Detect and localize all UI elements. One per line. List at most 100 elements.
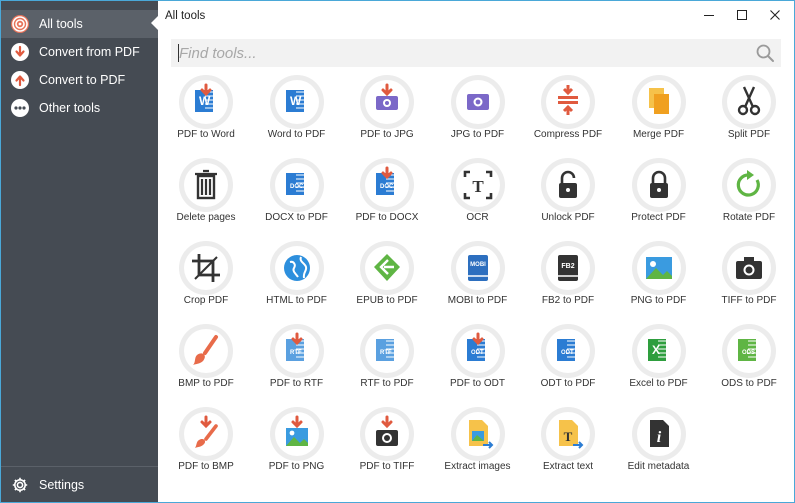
- tool-icon-circle: [541, 75, 595, 129]
- excel-to-pdf-icon: X: [636, 329, 681, 373]
- crop-icon: [184, 246, 228, 290]
- svg-text:W: W: [199, 94, 211, 108]
- tool-edit-metadata[interactable]: i Edit metadata: [614, 405, 704, 487]
- tool-label: PDF to RTF: [269, 378, 324, 389]
- tool-label: Unlock PDF: [541, 212, 595, 223]
- tool-excel-to-pdf[interactable]: X Excel to PDF: [614, 322, 704, 404]
- mobi-icon: MOBI: [455, 246, 500, 290]
- tool-icon-circle: DOCX: [269, 158, 324, 212]
- tool-rotate-pdf[interactable]: Rotate PDF: [704, 156, 794, 238]
- tool-label: TIFF to PDF: [721, 295, 777, 306]
- tool-merge-pdf[interactable]: Merge PDF: [614, 73, 704, 155]
- tool-label: FB2 to PDF: [541, 295, 595, 306]
- tool-ods-to-pdf[interactable]: ODS ODS to PDF: [704, 322, 794, 404]
- trash-icon: [184, 163, 228, 207]
- tool-icon-circle: [360, 241, 414, 295]
- tool-pdf-to-tiff[interactable]: PDF to TIFF: [342, 405, 432, 487]
- svg-text:DOCX: DOCX: [290, 184, 307, 190]
- tool-crop-pdf[interactable]: Crop PDF: [161, 239, 251, 321]
- tool-pdf-to-png[interactable]: PDF to PNG: [252, 405, 342, 487]
- svg-text:DOCX: DOCX: [380, 184, 397, 190]
- tool-jpg-to-pdf[interactable]: JPG to PDF: [433, 73, 523, 155]
- tool-extract-text[interactable]: T Extract text: [523, 405, 613, 487]
- tool-split-pdf[interactable]: Split PDF: [704, 73, 794, 155]
- tool-label: HTML to PDF: [266, 295, 327, 306]
- tool-icon-circle: [179, 158, 233, 212]
- camera-icon: [727, 246, 771, 290]
- pdf-to-odt-icon: ODT: [455, 329, 500, 373]
- tool-label: BMP to PDF: [178, 378, 234, 389]
- maximize-button[interactable]: [727, 5, 757, 25]
- minimize-icon: [704, 15, 714, 16]
- search-input[interactable]: [171, 39, 751, 67]
- tool-protect-pdf[interactable]: Protect PDF: [614, 156, 704, 238]
- tool-pdf-to-rtf[interactable]: RTF PDF to RTF: [252, 322, 342, 404]
- tool-rtf-to-pdf[interactable]: RTF RTF to PDF: [342, 322, 432, 404]
- tool-extract-images[interactable]: Extract images: [433, 405, 523, 487]
- tool-html-to-pdf[interactable]: HTML to PDF: [252, 239, 342, 321]
- tool-delete-pages[interactable]: Delete pages: [161, 156, 251, 238]
- tool-word-to-pdf[interactable]: W Word to PDF: [252, 73, 342, 155]
- tool-bmp-to-pdf[interactable]: BMP to PDF: [161, 322, 251, 404]
- scissors-icon: [727, 80, 771, 124]
- tool-compress-pdf[interactable]: Compress PDF: [523, 73, 613, 155]
- tool-label: ODS to PDF: [721, 378, 777, 389]
- pdf-to-word-icon: W: [184, 80, 228, 124]
- rtf-to-pdf-icon: RTF: [365, 329, 409, 373]
- tool-label: PNG to PDF: [630, 295, 687, 306]
- tool-icon-circle: [541, 158, 595, 212]
- arrow-up-icon: [11, 71, 29, 89]
- tool-icon-circle: ODT: [541, 324, 595, 378]
- tool-label: RTF to PDF: [360, 378, 414, 389]
- tool-pdf-to-jpg[interactable]: PDF to JPG: [342, 73, 432, 155]
- tool-icon-circle: [722, 241, 776, 295]
- tool-label: JPG to PDF: [450, 129, 505, 140]
- odt-to-pdf-icon: ODT: [546, 329, 590, 373]
- search-icon[interactable]: [755, 43, 775, 68]
- tool-icon-circle: [269, 241, 324, 295]
- tool-label: Protect PDF: [631, 212, 686, 223]
- pdf-to-docx-icon: DOCX: [365, 163, 409, 207]
- tool-icon-circle: T: [541, 407, 595, 461]
- sidebar-item-other-tools[interactable]: Other tools: [1, 94, 158, 122]
- tool-docx-to-pdf[interactable]: DOCX DOCX to PDF: [252, 156, 342, 238]
- svg-text:X: X: [652, 343, 660, 357]
- minimize-button[interactable]: [694, 5, 724, 25]
- tool-epub-to-pdf[interactable]: EPUB to PDF: [342, 239, 432, 321]
- tool-pdf-to-docx[interactable]: DOCX PDF to DOCX: [342, 156, 432, 238]
- tool-pdf-to-bmp[interactable]: PDF to BMP: [161, 405, 251, 487]
- tool-icon-circle: [179, 241, 233, 295]
- tool-fb2-to-pdf[interactable]: FB2 FB2 to PDF: [523, 239, 613, 321]
- tool-mobi-to-pdf[interactable]: MOBI MOBI to PDF: [433, 239, 523, 321]
- tool-tiff-to-pdf[interactable]: TIFF to PDF: [704, 239, 794, 321]
- svg-text:FB2: FB2: [561, 263, 574, 270]
- tool-pdf-to-word[interactable]: W PDF to Word: [161, 73, 251, 155]
- sidebar-item-convert-to-pdf[interactable]: Convert to PDF: [1, 66, 158, 94]
- tool-label: Edit metadata: [627, 461, 690, 472]
- tool-label: OCR: [466, 212, 489, 223]
- svg-text:RTF: RTF: [380, 350, 392, 356]
- epub-icon: [365, 246, 409, 290]
- tool-label: Crop PDF: [183, 295, 229, 306]
- tool-odt-to-pdf[interactable]: ODT ODT to PDF: [523, 322, 613, 404]
- settings-button[interactable]: Settings: [1, 466, 158, 502]
- pdf-to-tiff-icon: [365, 412, 409, 456]
- tool-pdf-to-odt[interactable]: ODT PDF to ODT: [433, 322, 523, 404]
- svg-text:ODT: ODT: [471, 350, 484, 356]
- svg-text:ODS: ODS: [742, 350, 755, 356]
- close-button[interactable]: [760, 5, 790, 25]
- extract-images-icon: [455, 412, 500, 456]
- svg-text:T: T: [472, 177, 484, 196]
- tool-unlock-pdf[interactable]: Unlock PDF: [523, 156, 613, 238]
- tool-ocr[interactable]: T OCR: [433, 156, 523, 238]
- tool-label: PDF to BMP: [178, 461, 234, 472]
- tool-icon-circle: DOCX: [360, 158, 414, 212]
- ods-to-pdf-icon: ODS: [727, 329, 771, 373]
- svg-text:T: T: [564, 429, 573, 444]
- tool-label: DOCX to PDF: [265, 212, 328, 223]
- tool-png-to-pdf[interactable]: PNG to PDF: [614, 239, 704, 321]
- sidebar-item-all-tools[interactable]: All tools: [1, 10, 158, 38]
- tool-icon-circle: RTF: [360, 324, 414, 378]
- sidebar-item-convert-from-pdf[interactable]: Convert from PDF: [1, 38, 158, 66]
- tool-icon-circle: [269, 407, 324, 461]
